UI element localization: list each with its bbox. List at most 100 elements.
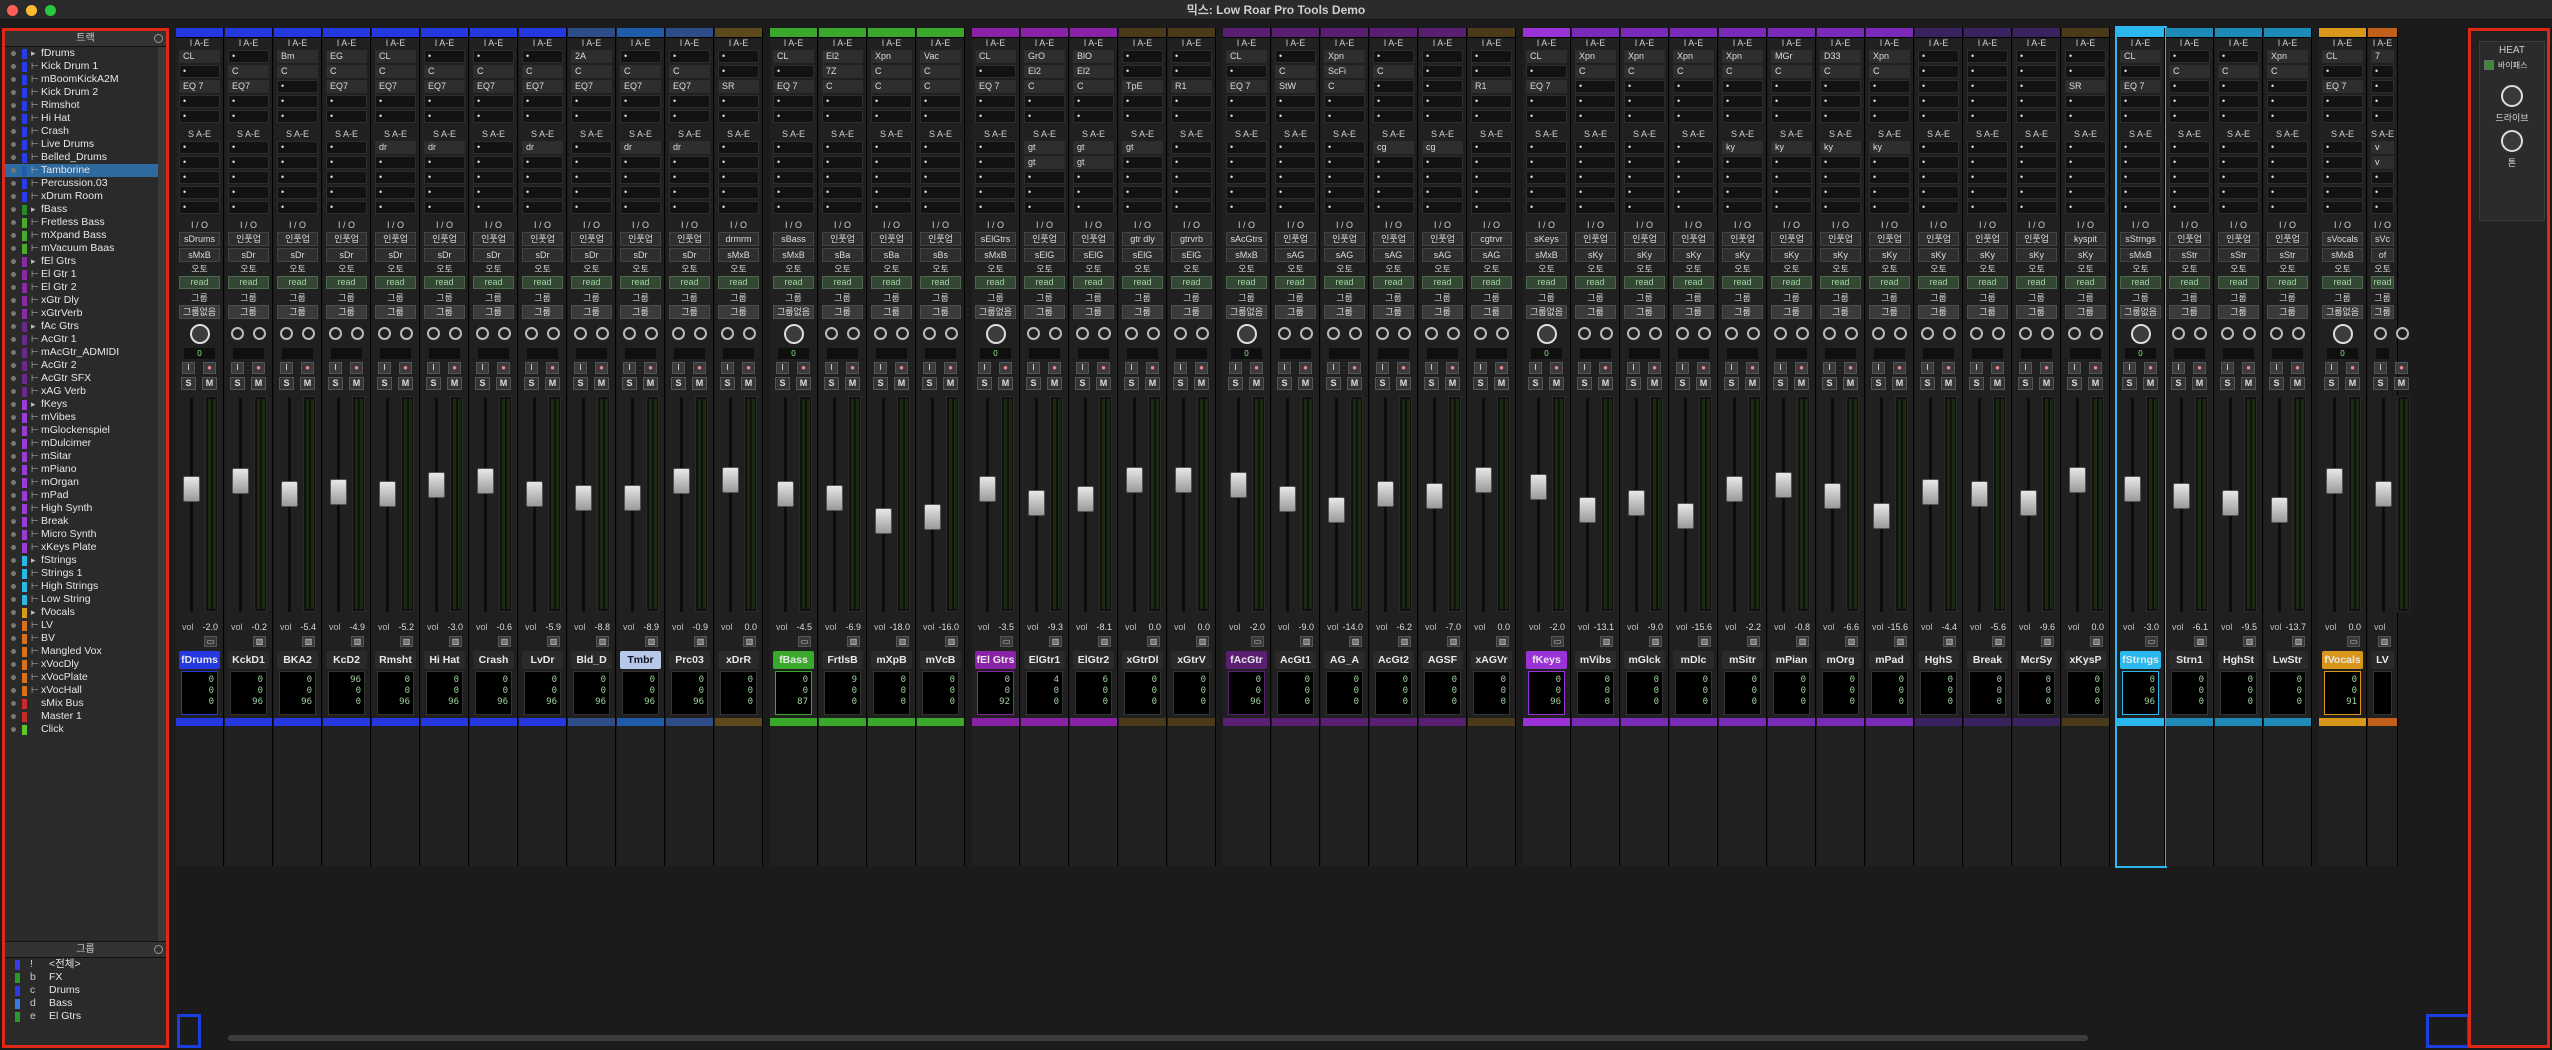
send-slot[interactable]: dr bbox=[522, 141, 563, 154]
group-list-item[interactable]: c Drums bbox=[5, 984, 166, 997]
mute-button[interactable]: M bbox=[1745, 377, 1760, 390]
send-slot[interactable]: • bbox=[1024, 186, 1065, 199]
automation-mode-selector[interactable]: read bbox=[522, 276, 563, 289]
insert-slot[interactable]: CL bbox=[1526, 50, 1567, 63]
automation-mode-selector[interactable]: read bbox=[375, 276, 416, 289]
group-selector[interactable]: 그룹 bbox=[228, 305, 269, 319]
track-visibility-icon[interactable] bbox=[11, 597, 16, 602]
send-slot[interactable]: • bbox=[522, 186, 563, 199]
send-slot[interactable]: • bbox=[1967, 186, 2008, 199]
track-name-button[interactable]: xAGVr bbox=[1471, 651, 1512, 669]
pan-left-knob[interactable] bbox=[1076, 327, 1089, 340]
insert-slot[interactable]: • bbox=[718, 50, 759, 63]
send-slot[interactable]: • bbox=[2065, 201, 2106, 214]
send-slot[interactable]: • bbox=[669, 156, 710, 169]
automation-mode-selector[interactable]: read bbox=[179, 276, 220, 289]
send-slot[interactable]: • bbox=[1122, 171, 1163, 184]
input-monitor-button[interactable]: I bbox=[1425, 362, 1438, 374]
insert-slot[interactable]: • bbox=[2120, 65, 2161, 78]
insert-slot[interactable]: • bbox=[1820, 110, 1861, 123]
track-name-button[interactable]: Rmsht bbox=[375, 651, 416, 669]
send-slot[interactable]: • bbox=[1575, 186, 1616, 199]
insert-slot[interactable]: C bbox=[1771, 65, 1812, 78]
track-visibility-icon[interactable] bbox=[11, 675, 16, 680]
pan-left-knob[interactable] bbox=[623, 327, 636, 340]
group-selector[interactable]: 그룹 bbox=[620, 305, 661, 319]
solo-button[interactable]: S bbox=[1228, 377, 1243, 390]
volume-fader[interactable] bbox=[1677, 503, 1694, 529]
insert-slot[interactable]: • bbox=[1171, 110, 1212, 123]
insert-slot[interactable]: Xpn bbox=[2267, 50, 2308, 63]
record-enable-button[interactable]: ● bbox=[2089, 362, 2102, 374]
send-slot[interactable]: • bbox=[620, 156, 661, 169]
insert-slot[interactable]: • bbox=[1918, 110, 1959, 123]
send-slot[interactable]: dr bbox=[669, 141, 710, 154]
volume-fader[interactable] bbox=[1077, 486, 1094, 512]
send-slot[interactable]: • bbox=[920, 171, 961, 184]
group-list-item[interactable]: ! <전체> bbox=[5, 958, 166, 971]
insert-slot[interactable]: • bbox=[773, 65, 814, 78]
input-selector[interactable]: 인풋업 bbox=[375, 232, 416, 246]
input-selector[interactable]: sDrums bbox=[179, 232, 220, 246]
volume-fader[interactable] bbox=[777, 481, 794, 507]
record-enable-button[interactable]: ● bbox=[2395, 362, 2408, 374]
volume-fader[interactable] bbox=[924, 504, 941, 530]
pan-right-knob[interactable] bbox=[1496, 327, 1509, 340]
track-visibility-icon[interactable] bbox=[11, 324, 16, 329]
insert-slot[interactable]: C bbox=[1673, 65, 1714, 78]
insert-slot[interactable]: • bbox=[975, 110, 1016, 123]
insert-slot[interactable]: • bbox=[871, 95, 912, 108]
send-slot[interactable]: • bbox=[1275, 186, 1316, 199]
mute-button[interactable]: M bbox=[1794, 377, 1809, 390]
insert-slot[interactable]: • bbox=[1673, 110, 1714, 123]
input-selector[interactable]: 인풋업 bbox=[1024, 232, 1065, 246]
group-selector[interactable]: 그룹 bbox=[473, 305, 514, 319]
insert-slot[interactable]: MGr bbox=[1771, 50, 1812, 63]
track-name-button[interactable]: mOrg bbox=[1820, 651, 1861, 669]
group-selector[interactable]: 그룹없음 bbox=[179, 305, 220, 319]
mute-button[interactable]: M bbox=[1494, 377, 1509, 390]
send-slot[interactable]: • bbox=[1024, 201, 1065, 214]
group-selector[interactable]: 그룹 bbox=[1575, 305, 1616, 319]
pan-left-knob[interactable] bbox=[1125, 327, 1138, 340]
send-slot[interactable]: • bbox=[2169, 141, 2210, 154]
send-slot[interactable]: • bbox=[1275, 171, 1316, 184]
insert-slot[interactable]: Xpn bbox=[1624, 50, 1665, 63]
send-slot[interactable]: • bbox=[1324, 186, 1365, 199]
insert-slot[interactable]: • bbox=[1471, 65, 1512, 78]
send-slot[interactable]: • bbox=[1967, 201, 2008, 214]
track-list-item[interactable]: ⊢ mXpand Bass bbox=[5, 229, 158, 242]
send-slot[interactable]: • bbox=[2371, 201, 2394, 214]
solo-button[interactable]: S bbox=[1969, 377, 1984, 390]
insert-slot[interactable]: • bbox=[1226, 65, 1267, 78]
send-slot[interactable]: • bbox=[1422, 201, 1463, 214]
track-name-button[interactable]: mSitr bbox=[1722, 651, 1763, 669]
scroll-left-highlight[interactable] bbox=[177, 1014, 201, 1048]
track-list-item[interactable]: ⊢ El Gtr 2 bbox=[5, 281, 158, 294]
output-selector[interactable]: sKy bbox=[1967, 248, 2008, 262]
scroll-right-highlight[interactable] bbox=[2426, 1014, 2470, 1048]
insert-slot[interactable]: • bbox=[669, 95, 710, 108]
automation-mode-selector[interactable]: read bbox=[2065, 276, 2106, 289]
close-icon[interactable] bbox=[7, 5, 18, 16]
send-slot[interactable]: • bbox=[975, 201, 1016, 214]
insert-slot[interactable]: • bbox=[1624, 110, 1665, 123]
volume-fader[interactable] bbox=[2326, 468, 2343, 494]
send-slot[interactable]: • bbox=[1471, 186, 1512, 199]
automation-mode-selector[interactable]: read bbox=[1122, 276, 1163, 289]
send-slot[interactable]: • bbox=[1526, 171, 1567, 184]
send-slot[interactable]: • bbox=[1771, 171, 1812, 184]
insert-slot[interactable]: • bbox=[1771, 80, 1812, 93]
send-slot[interactable]: • bbox=[1575, 171, 1616, 184]
input-selector[interactable]: 인풋업 bbox=[228, 232, 269, 246]
solo-button[interactable]: S bbox=[181, 377, 196, 390]
record-enable-button[interactable]: ● bbox=[1348, 362, 1361, 374]
send-slot[interactable]: • bbox=[2016, 156, 2057, 169]
track-visibility-icon[interactable] bbox=[11, 77, 16, 82]
track-visibility-icon[interactable] bbox=[11, 428, 16, 433]
insert-slot[interactable]: C bbox=[822, 80, 863, 93]
pan-right-knob[interactable] bbox=[1098, 327, 1111, 340]
insert-slot[interactable]: • bbox=[2218, 95, 2259, 108]
record-enable-button[interactable]: ● bbox=[1893, 362, 1906, 374]
insert-slot[interactable]: EQ 7 bbox=[2322, 80, 2363, 93]
